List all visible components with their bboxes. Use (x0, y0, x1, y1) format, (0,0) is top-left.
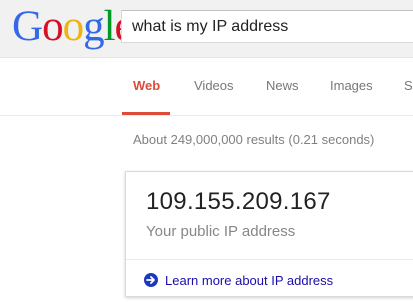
search-input[interactable] (122, 11, 413, 42)
tab-shopping-truncated[interactable]: S (404, 78, 413, 93)
ip-address-value: 109.155.209.167 (146, 188, 331, 215)
google-logo[interactable]: Google (12, 3, 134, 51)
tab-news[interactable]: News (266, 78, 299, 93)
logo-letter-l: l (103, 3, 116, 50)
card-divider (126, 259, 413, 260)
tab-web[interactable]: Web (133, 78, 160, 93)
tab-images[interactable]: Images (330, 78, 373, 93)
learn-more-label: Learn more about IP address (165, 272, 334, 288)
arrow-circle-right-icon (144, 273, 158, 287)
search-header: Google (0, 0, 413, 58)
search-tabs: Web Videos News Images S (0, 58, 413, 116)
ip-address-caption: Your public IP address (146, 223, 296, 240)
search-box[interactable] (121, 10, 413, 43)
tab-videos[interactable]: Videos (194, 78, 234, 93)
learn-more-link[interactable]: Learn more about IP address (144, 271, 333, 289)
result-stats: About 249,000,000 results (0.21 seconds) (133, 132, 375, 147)
ip-answer-card: 109.155.209.167 Your public IP address L… (125, 171, 413, 297)
logo-letter-o1: o (42, 3, 63, 50)
logo-letter-g: G (12, 3, 43, 50)
logo-letter-o2: o (62, 3, 84, 50)
active-tab-indicator (122, 112, 170, 115)
logo-letter-g2: g (83, 3, 104, 50)
